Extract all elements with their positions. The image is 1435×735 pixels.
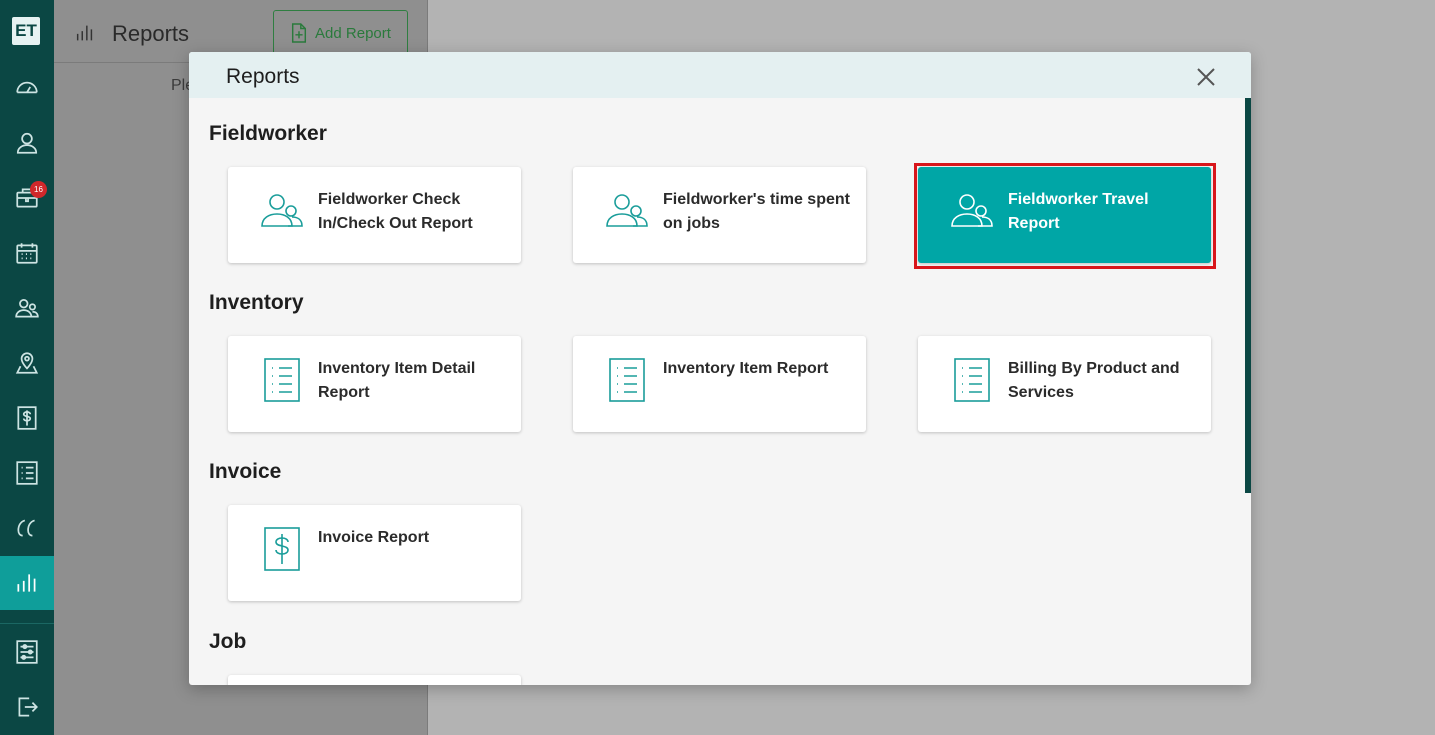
nav-reports[interactable] — [0, 556, 54, 610]
section-title-inventory: Inventory — [209, 291, 304, 314]
nav-logout[interactable] — [0, 680, 54, 734]
quote-icon — [17, 519, 35, 537]
people-icon — [603, 187, 651, 235]
bar-chart-icon — [74, 22, 96, 44]
section-title-job: Job — [209, 630, 247, 653]
nav-calendar[interactable] — [0, 226, 54, 280]
list-icon — [258, 356, 306, 404]
dollar-icon — [258, 525, 306, 573]
gauge-icon — [16, 81, 38, 94]
nav-customers[interactable] — [0, 116, 54, 170]
nav-quotes[interactable] — [0, 501, 54, 555]
nav-divider — [0, 623, 54, 624]
modal-title: Reports — [226, 65, 300, 88]
list-icon — [948, 356, 996, 404]
add-file-icon — [292, 23, 307, 43]
map-pin-icon — [15, 352, 39, 374]
report-card-label: Invoice Report — [318, 529, 430, 546]
report-card-invoice[interactable]: Invoice Report — [228, 505, 521, 601]
bar-chart-icon — [17, 574, 36, 592]
list-icon — [16, 461, 38, 485]
report-card-inventory-item[interactable]: Inventory Item Report — [573, 336, 866, 432]
nav-fieldworkers[interactable] — [0, 281, 54, 335]
list-icon — [603, 356, 651, 404]
people-icon — [15, 299, 39, 318]
report-card-label: Fieldworker's time spent on jobs — [663, 191, 850, 232]
report-card-label: Inventory Item Detail Report — [318, 360, 476, 401]
report-card-label: Inventory Item Report — [663, 360, 829, 377]
report-card-label: Fieldworker Check In/Check Out Report — [318, 191, 473, 232]
close-button[interactable] — [1193, 64, 1219, 90]
page-title: Reports — [112, 21, 190, 46]
report-card-fieldworker-time[interactable]: Fieldworker's time spent on jobs — [573, 167, 866, 263]
report-card-inventory-detail[interactable]: Inventory Item Detail Report — [228, 336, 521, 432]
add-report-button[interactable]: Add Report — [273, 10, 408, 56]
person-icon — [16, 132, 38, 154]
nav-jobs[interactable]: 16 — [0, 171, 54, 225]
modal-header: Reports — [189, 52, 1251, 98]
people-icon — [258, 187, 306, 235]
report-card-label: Billing By Product and Services — [1008, 360, 1180, 401]
app-logo[interactable]: ET — [12, 17, 40, 45]
nav-rail: ET 16 — [0, 0, 54, 735]
nav-map[interactable] — [0, 336, 54, 390]
report-card-fieldworker-checkin[interactable]: Fieldworker Check In/Check Out Report — [228, 167, 521, 263]
nav-dashboard[interactable] — [0, 61, 54, 115]
calendar-icon — [16, 243, 38, 264]
nav-inventory[interactable] — [0, 446, 54, 500]
sliders-icon — [16, 640, 38, 664]
nav-settings[interactable] — [0, 625, 54, 679]
dollar-icon — [17, 406, 37, 430]
logout-icon — [18, 697, 38, 717]
modal-scrollbar[interactable] — [1245, 98, 1251, 493]
close-icon — [1197, 68, 1215, 86]
add-report-label: Add Report — [315, 24, 391, 42]
jobs-badge: 16 — [30, 181, 47, 198]
nav-billing[interactable] — [0, 391, 54, 445]
reports-modal: Reports Fieldworker Fieldworker Check In… — [189, 52, 1251, 685]
section-title-fieldworker: Fieldworker — [209, 122, 327, 145]
report-card-billing-products[interactable]: Billing By Product and Services — [918, 336, 1211, 432]
section-title-invoice: Invoice — [209, 460, 282, 483]
selection-highlight — [914, 163, 1216, 269]
report-card-job[interactable] — [228, 675, 521, 685]
